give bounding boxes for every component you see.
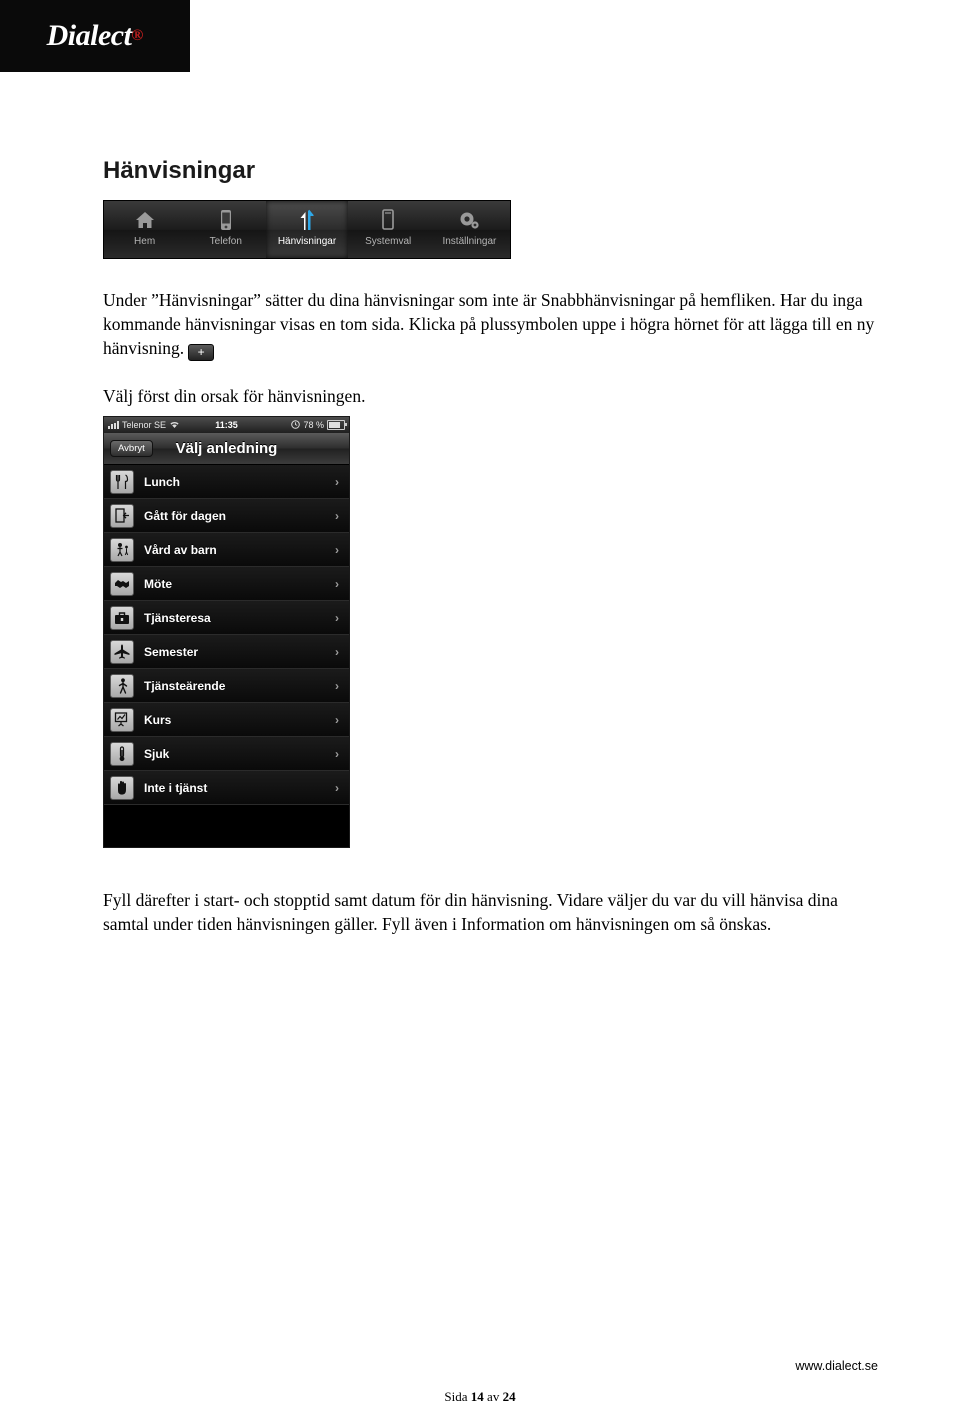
- gear-icon: [457, 206, 481, 234]
- chevron-right-icon: ›: [335, 576, 339, 591]
- tab-hem[interactable]: Hem: [104, 201, 185, 258]
- list-item[interactable]: Lunch ›: [104, 465, 349, 499]
- tab-systemval[interactable]: Systemval: [348, 201, 429, 258]
- list-item[interactable]: Tjänsteresa ›: [104, 601, 349, 635]
- choose-reason-paragraph: Välj först din orsak för hänvisningen.: [103, 386, 366, 406]
- tab-hem-label: Hem: [134, 236, 156, 247]
- list-item[interactable]: Vård av barn ›: [104, 533, 349, 567]
- list-item-label: Inte i tjänst: [144, 780, 208, 795]
- tab-installningar-label: Inställningar: [442, 236, 497, 247]
- plus-icon: +: [188, 344, 215, 361]
- chevron-right-icon: ›: [335, 474, 339, 489]
- phone-screenshot: Telenor SE 11:35 78 % Avbryt Välj anledn…: [103, 416, 350, 848]
- presentation-icon: [110, 707, 134, 732]
- list-item[interactable]: Tjänsteärende ›: [104, 669, 349, 703]
- list-item[interactable]: Semester ›: [104, 635, 349, 669]
- status-right: 78 %: [291, 419, 347, 431]
- page-prefix: Sida: [444, 1389, 471, 1404]
- thermometer-icon: [110, 741, 134, 766]
- chevron-right-icon: ›: [335, 780, 339, 795]
- reason-list: Lunch › Gått för dagen › Vård av barn › …: [104, 465, 349, 805]
- home-icon: [134, 206, 156, 234]
- list-item[interactable]: Möte ›: [104, 567, 349, 601]
- list-item[interactable]: Gått för dagen ›: [104, 499, 349, 533]
- footer-website-url: www.dialect.se: [795, 1359, 878, 1373]
- handshake-icon: [110, 571, 134, 596]
- footer-page-number: Sida 14 av 24: [0, 1389, 960, 1405]
- page-title: Hänvisningar: [103, 157, 256, 184]
- cutlery-icon: [110, 469, 134, 494]
- list-item-label: Sjuk: [144, 746, 170, 761]
- list-item[interactable]: Kurs ›: [104, 703, 349, 737]
- chevron-right-icon: ›: [335, 712, 339, 727]
- battery-percent-label: 78 %: [303, 420, 324, 430]
- list-item-label: Tjänsteresa: [144, 610, 211, 625]
- nav-title: Välj anledning: [175, 440, 278, 457]
- list-item-label: Semester: [144, 644, 199, 659]
- arrows-icon: [295, 206, 319, 234]
- phone-status-bar: Telenor SE 11:35 78 %: [104, 417, 349, 433]
- intro-paragraph: Under ”Hänvisningar” sätter du dina hänv…: [103, 288, 878, 361]
- walking-person-icon: [110, 673, 134, 698]
- chevron-right-icon: ›: [335, 610, 339, 625]
- list-item[interactable]: Inte i tjänst ›: [104, 771, 349, 805]
- tab-installningar[interactable]: Inställningar: [429, 201, 510, 258]
- logo-registered-mark: ®: [131, 27, 144, 44]
- list-item-label: Vård av barn: [144, 542, 217, 557]
- tab-hanvisningar-label: Hänvisningar: [277, 236, 337, 247]
- battery-icon: [327, 420, 347, 430]
- hand-stop-icon: [110, 775, 134, 800]
- briefcase-icon: [110, 605, 134, 630]
- chevron-right-icon: ›: [335, 644, 339, 659]
- parent-child-icon: [110, 537, 134, 562]
- phone-icon: [219, 206, 233, 234]
- fill-details-paragraph: Fyll därefter i start- och stopptid samt…: [103, 890, 838, 934]
- chevron-right-icon: ›: [335, 746, 339, 761]
- chevron-right-icon: ›: [335, 678, 339, 693]
- logo-text: Dialect: [46, 19, 132, 52]
- page-total: 24: [502, 1389, 516, 1404]
- chevron-right-icon: ›: [335, 508, 339, 523]
- list-item-label: Kurs: [144, 712, 172, 727]
- company-logo: Dialect ®: [0, 0, 190, 72]
- device-icon: [380, 206, 396, 234]
- chevron-right-icon: ›: [335, 542, 339, 557]
- alarm-icon: [291, 419, 301, 431]
- tab-telefon-label: Telefon: [209, 236, 242, 247]
- page-middle: av: [483, 1389, 503, 1404]
- exit-door-icon: [110, 503, 134, 528]
- tab-telefon[interactable]: Telefon: [185, 201, 266, 258]
- page-current: 14: [470, 1389, 484, 1404]
- app-tabbar: Hem Telefon Hänvisningar Systemval Instä…: [103, 200, 511, 259]
- list-item[interactable]: Sjuk ›: [104, 737, 349, 771]
- list-item-label: Tjänsteärende: [144, 678, 226, 693]
- list-item-label: Lunch: [144, 474, 180, 489]
- phone-nav-bar: Avbryt Välj anledning: [104, 433, 349, 465]
- list-item-label: Möte: [144, 576, 172, 591]
- tab-hanvisningar[interactable]: Hänvisningar: [266, 201, 348, 258]
- list-item-label: Gått för dagen: [144, 508, 227, 523]
- intro-paragraph-text: Under ”Hänvisningar” sätter du dina hänv…: [103, 290, 875, 358]
- airplane-icon: [110, 639, 134, 664]
- tab-systemval-label: Systemval: [365, 236, 412, 247]
